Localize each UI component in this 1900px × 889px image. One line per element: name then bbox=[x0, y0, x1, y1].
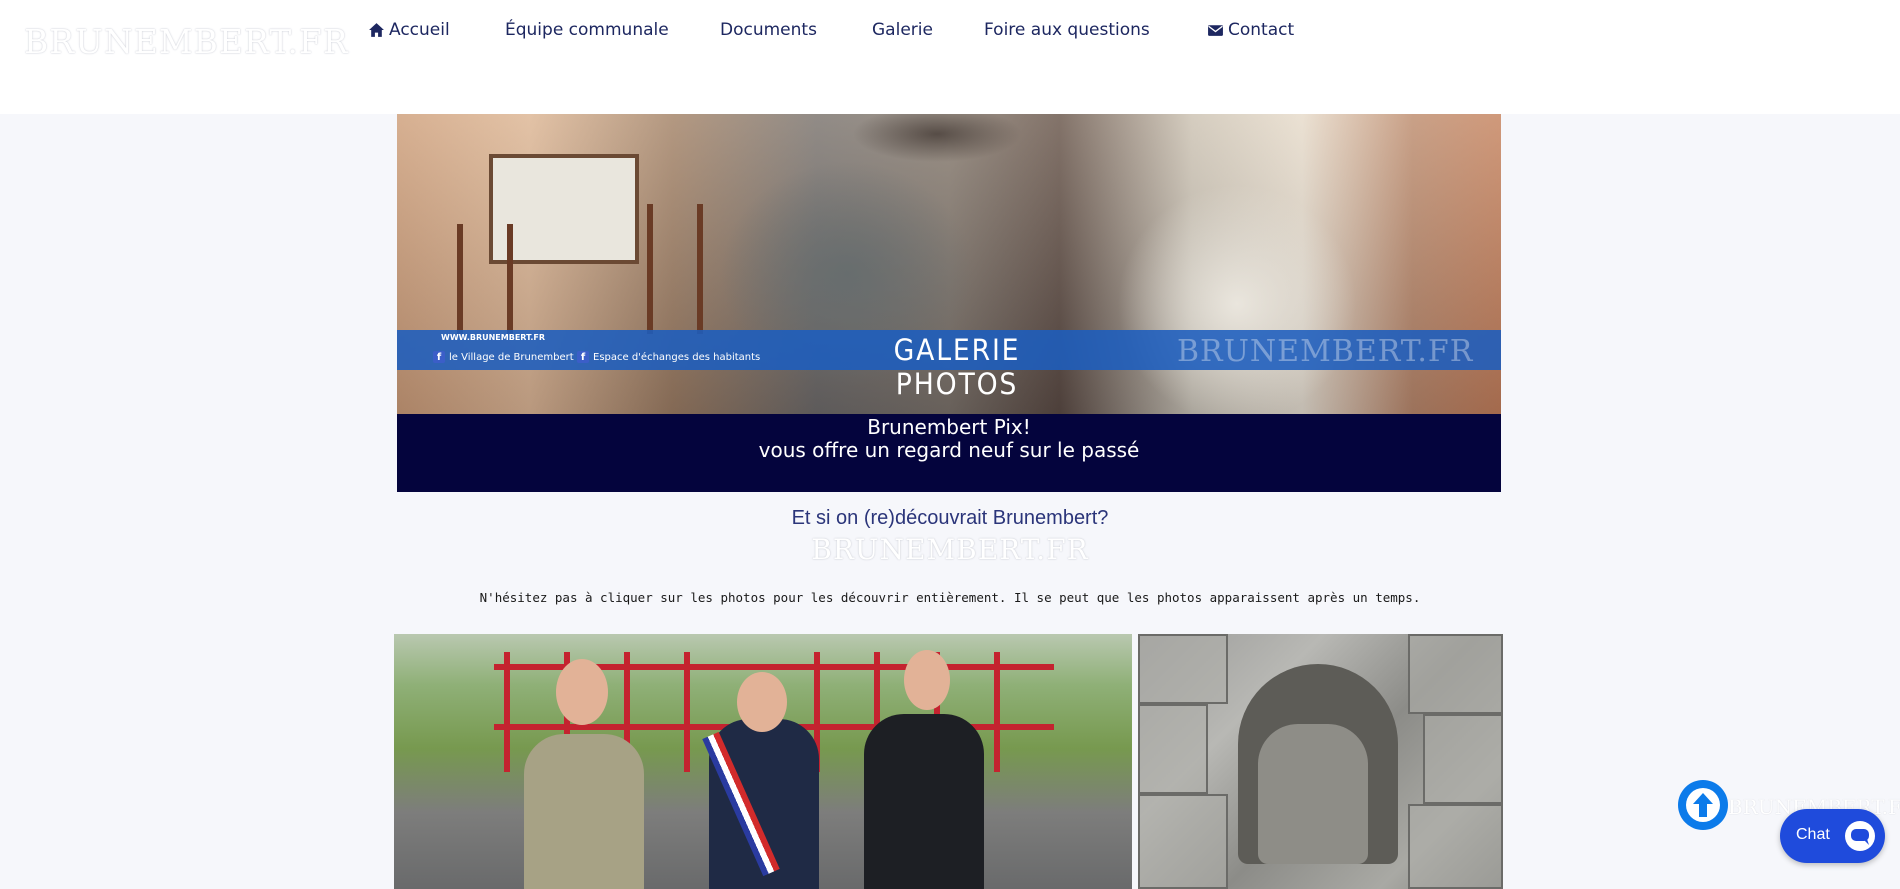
home-icon bbox=[369, 22, 384, 37]
intro-line-1: Brunembert Pix! bbox=[867, 415, 1031, 439]
gallery-banner-image: WWW.BRUNEMBERT.FR f le Village de Brunem… bbox=[397, 114, 1501, 414]
nav-accueil-label: Accueil bbox=[389, 20, 450, 40]
nav-accueil[interactable]: Accueil bbox=[368, 18, 450, 42]
stone-block bbox=[1408, 804, 1503, 889]
fence-post bbox=[504, 652, 510, 772]
nav-faq[interactable]: Foire aux questions bbox=[984, 18, 1150, 42]
scroll-to-top-button[interactable] bbox=[1678, 780, 1728, 830]
intro-line-2: vous offre un regard neuf sur le passé bbox=[758, 438, 1140, 462]
person-center-head bbox=[737, 672, 787, 732]
stone-block bbox=[1138, 704, 1208, 794]
person-right bbox=[864, 714, 984, 889]
nav-galerie-label: Galerie bbox=[872, 20, 933, 40]
gallery-photo-stone-carving[interactable] bbox=[1138, 634, 1503, 889]
main-nav: Accueil Équipe communale Documents Galer… bbox=[0, 18, 1900, 42]
section-watermark: BRUNEMBERT.FR bbox=[811, 533, 1089, 566]
banner-stool-leg bbox=[697, 204, 703, 334]
banner-watermark: BRUNEMBERT.FR bbox=[1177, 334, 1474, 369]
stone-block bbox=[1138, 634, 1228, 704]
facebook-link-habitants-label: Espace d'échanges des habitants bbox=[593, 351, 761, 363]
site-header: BRUNEMBERT.FR Accueil Équipe communale D… bbox=[0, 0, 1900, 114]
nav-equipe-communale[interactable]: Équipe communale bbox=[505, 18, 669, 42]
banner-stool-leg bbox=[457, 224, 463, 334]
nav-contact-label: Contact bbox=[1228, 20, 1295, 40]
arrow-up-icon bbox=[1686, 788, 1720, 822]
envelope-icon bbox=[1208, 24, 1223, 36]
nav-documents[interactable]: Documents bbox=[720, 18, 817, 42]
intro-box: Brunembert Pix! vous offre un regard neu… bbox=[397, 414, 1501, 492]
fence-post bbox=[684, 652, 690, 772]
gallery-photo-officials[interactable] bbox=[394, 634, 1132, 889]
person-left bbox=[524, 734, 644, 889]
nav-contact[interactable]: Contact bbox=[1207, 18, 1294, 42]
banner-title: GALERIE PHOTOS bbox=[893, 333, 1021, 401]
nav-documents-label: Documents bbox=[720, 20, 817, 40]
nav-faq-label: Foire aux questions bbox=[984, 20, 1150, 40]
facebook-link-habitants[interactable]: f Espace d'échanges des habitants bbox=[577, 350, 760, 364]
banner-stool-leg bbox=[647, 204, 653, 334]
section-title: Et si on (re)découvrait Brunembert? bbox=[791, 507, 1109, 529]
facebook-link-village-label: le Village de Brunembert bbox=[449, 351, 574, 363]
facebook-icon: f bbox=[577, 351, 589, 363]
facebook-link-village[interactable]: f le Village de Brunembert bbox=[433, 350, 574, 364]
chat-label: Chat bbox=[1796, 826, 1830, 843]
stone-block bbox=[1423, 714, 1503, 804]
facebook-icon: f bbox=[433, 351, 445, 363]
chat-bubble-icon bbox=[1845, 821, 1875, 851]
banner-stool-leg bbox=[507, 224, 513, 334]
stone-block bbox=[1138, 794, 1228, 889]
gallery-hint: N'hésitez pas à cliquer sur les photos p… bbox=[479, 590, 1421, 605]
fence-post bbox=[994, 652, 1000, 772]
nav-equipe-label: Équipe communale bbox=[505, 20, 669, 40]
nav-galerie[interactable]: Galerie bbox=[872, 18, 933, 42]
chat-button[interactable]: Chat bbox=[1780, 809, 1885, 863]
banner-url: WWW.BRUNEMBERT.FR bbox=[441, 333, 546, 342]
person-left-head bbox=[556, 659, 608, 725]
stone-block bbox=[1408, 634, 1503, 714]
stone-carving bbox=[1258, 724, 1368, 864]
person-right-head bbox=[904, 650, 950, 710]
